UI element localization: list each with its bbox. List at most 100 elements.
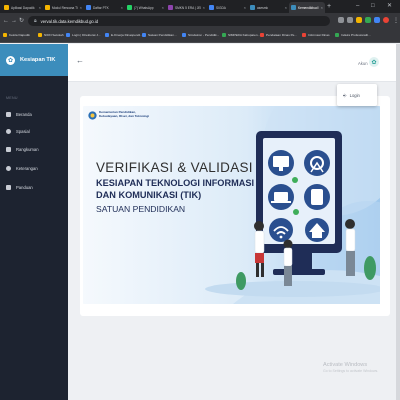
sidebar-item-label: Spasial [16, 129, 30, 134]
bookmark-item[interactable]: Informasi Dinas [302, 33, 330, 37]
sidebar-section-label: MENU [6, 96, 18, 100]
sidebar-item-label: Rangkuman [16, 147, 39, 152]
sidebar-item-label: Keterangan [16, 166, 38, 171]
bookmark-label: Simdatron - Pendidik... [188, 33, 220, 37]
bookmark-label: Pendataan Dinas Pe... [266, 33, 297, 37]
menu-kebab-icon[interactable]: ⋮ [393, 17, 399, 25]
url-text: verval.tik.data.kemdikbud.go.id [40, 18, 99, 24]
extension-icon[interactable] [365, 17, 371, 23]
bookmark-item[interactable]: Satuan Pendidikan... [142, 33, 177, 37]
tab-favicon [291, 5, 296, 10]
bookmark-favicon [38, 33, 42, 37]
tab-favicon [45, 5, 50, 10]
bookmark-item[interactable]: Simdatron - Pendidik... [182, 33, 219, 37]
banner-subtitle: KESIAPAN TEKNOLOGI INFORMASI [96, 178, 255, 188]
bookmark-star-icon[interactable] [347, 17, 353, 23]
tab-favicon [209, 5, 214, 10]
bookmark-item[interactable]: Pendataan Dinas Pe... [260, 33, 297, 37]
banner-tagline: SATUAN PENDIDIKAN [96, 204, 186, 214]
sidebar-item-label: Beranda [16, 112, 32, 117]
browser-toolbar: ← → ↻ 🔒︎ verval.tik.data.kemdikbud.go.id… [0, 13, 400, 29]
bookmark-item[interactable]: SIMPEDA Kabupaten... [222, 33, 260, 37]
new-tab-icon[interactable]: + [327, 2, 331, 11]
sidebar-item-beranda[interactable]: Beranda [6, 112, 32, 117]
close-icon[interactable]: × [285, 5, 287, 10]
browser-tab-active[interactable]: Kemendikbud Ser × [289, 2, 325, 13]
bookmark-favicon [182, 33, 186, 37]
login-menu-item[interactable]: Login [350, 93, 360, 98]
extension-icon[interactable] [374, 17, 380, 23]
forward-icon[interactable]: → [11, 17, 17, 25]
user-dropdown-menu: ⎆ Login [337, 84, 377, 106]
app-topbar: ← Akun ✿ [68, 44, 400, 82]
reload-icon[interactable]: ↻ [19, 17, 24, 25]
sidebar-item-label: Panduan [16, 185, 33, 190]
bookmark-favicon [335, 33, 339, 37]
close-icon[interactable]: × [80, 5, 82, 10]
bookmark-item[interactable]: Indeks Profesionalit... [335, 33, 371, 37]
minimize-icon[interactable]: – [356, 2, 359, 10]
close-icon[interactable]: × [244, 5, 246, 10]
sidebar-item-spasial[interactable]: Spasial [6, 129, 30, 134]
bookmark-label: Login | Direktorat J... [72, 33, 101, 37]
close-icon[interactable]: × [121, 5, 123, 10]
browser-tab[interactable]: Modul Rencana Ti × [43, 2, 84, 13]
hero-banner: Kementerian Pendidikan, Kebudayaan, Rise… [83, 106, 380, 304]
back-arrow-icon[interactable]: ← [76, 56, 84, 66]
bookmark-favicon [3, 33, 7, 37]
bookmark-item[interactable]: E-Kinerja Dinaspendi... [105, 33, 143, 37]
browser-tab[interactable]: SIGDA × [207, 2, 248, 13]
tab-favicon [4, 5, 9, 10]
bookmark-item[interactable]: NIDN Sekolah [38, 33, 64, 37]
page-scrollbar[interactable] [396, 44, 400, 400]
close-icon[interactable]: × [39, 5, 41, 10]
bookmark-favicon [142, 33, 146, 37]
watermark-subtitle: Go to Settings to activate Windows. [323, 369, 379, 373]
browser-tab-strip: Aplikasi Dapodik × Modul Rencana Ti × Da… [0, 0, 400, 13]
bookmarks-bar: Kelola Dapodik NIDN Sekolah Login | Dire… [0, 29, 400, 43]
share-icon[interactable] [338, 17, 344, 23]
bookmark-label: Satuan Pendidikan... [148, 33, 177, 37]
sidebar-item-keterangan[interactable]: Keterangan [6, 166, 38, 171]
extension-icon[interactable] [356, 17, 362, 23]
bookmark-item[interactable]: Kelola Dapodik [3, 33, 30, 37]
sidebar-item-rangkuman[interactable]: Rangkuman [6, 147, 39, 152]
bookmark-item[interactable]: Login | Direktorat J... [66, 33, 101, 37]
app-title: Kesiapan TIK [20, 57, 56, 63]
sidebar-item-panduan[interactable]: Panduan [6, 185, 33, 190]
window-close-icon[interactable]: ✕ [387, 2, 392, 10]
bookmark-favicon [105, 33, 109, 37]
back-icon[interactable]: ← [3, 17, 9, 25]
browser-tab[interactable]: asesmk × [248, 2, 289, 13]
close-icon[interactable]: × [321, 5, 323, 10]
tab-label: SIGDA [216, 5, 226, 10]
bookmark-label: E-Kinerja Dinaspendi... [111, 33, 143, 37]
tab-label: SMKN 5 ERA | JEDIC [175, 5, 201, 10]
tab-label: Aplikasi Dapodik [11, 5, 35, 10]
sidebar-header[interactable]: ✿ Kesiapan TIK [0, 44, 68, 76]
browser-tab[interactable]: Daftar PTK × [84, 2, 125, 13]
bookmark-favicon [260, 33, 264, 37]
user-name[interactable]: Akun [358, 61, 368, 66]
tab-favicon [127, 5, 132, 10]
banner-title: VERIFIKASI & VALIDASI [96, 160, 253, 175]
close-icon[interactable]: × [162, 5, 164, 10]
info-icon [6, 166, 11, 171]
sidebar: ✿ Kesiapan TIK MENU Beranda Spasial Rang… [0, 44, 68, 400]
browser-tab[interactable]: Aplikasi Dapodik × [2, 2, 43, 13]
profile-icon[interactable] [383, 17, 389, 23]
browser-tab[interactable]: SMKN 5 ERA | JEDIC × [166, 2, 207, 13]
maximize-icon[interactable]: □ [371, 2, 375, 10]
address-bar[interactable]: 🔒︎ verval.tik.data.kemdikbud.go.id [28, 16, 330, 26]
tut-wuri-logo-icon [88, 111, 97, 120]
lock-icon[interactable]: 🔒︎ [34, 18, 37, 24]
tab-label: asesmk [257, 5, 268, 10]
close-icon[interactable]: × [203, 5, 205, 10]
tab-favicon [250, 5, 255, 10]
app-logo-icon: ✿ [6, 55, 15, 65]
browser-tab[interactable]: (7) WhatsApp × [125, 2, 166, 13]
tab-label: Kemendikbud Ser [298, 5, 319, 10]
list-icon [6, 147, 11, 152]
bookmark-label: SIMPEDA Kabupaten... [228, 33, 261, 37]
avatar[interactable]: ✿ [369, 57, 379, 67]
